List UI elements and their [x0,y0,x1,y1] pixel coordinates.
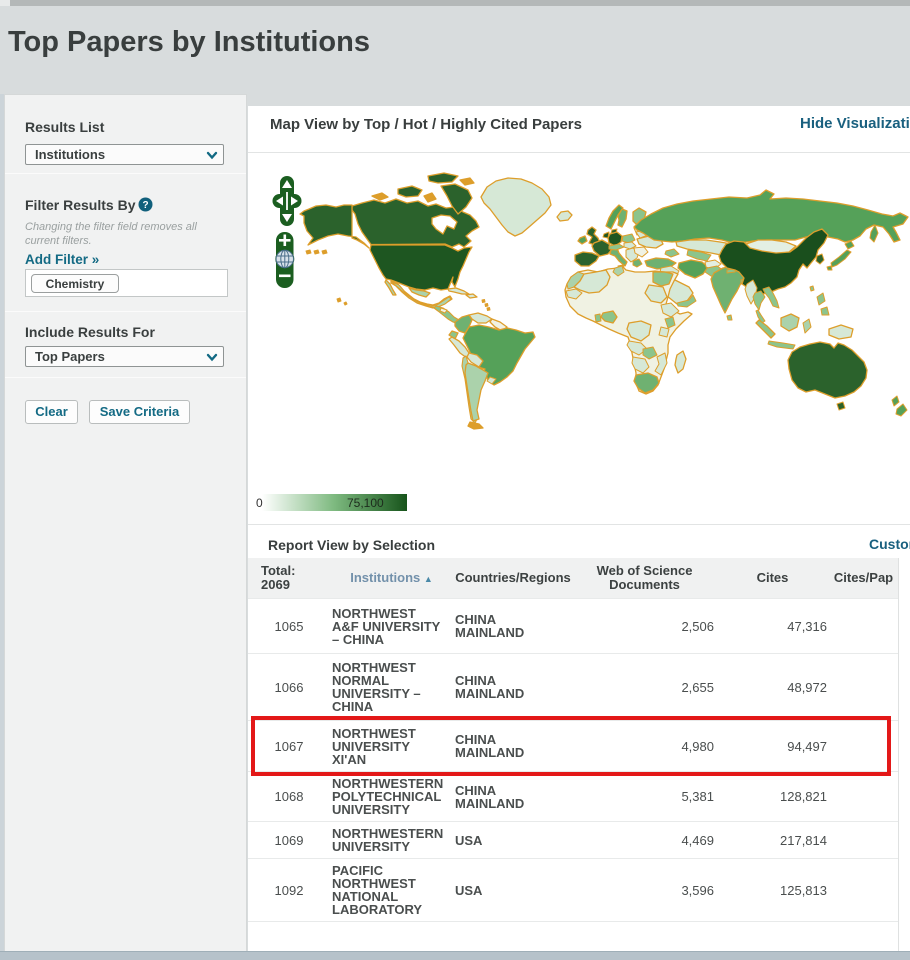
svg-text:?: ? [142,200,148,211]
svg-text:0: 0 [256,496,263,510]
svg-text:75,100: 75,100 [347,496,384,510]
